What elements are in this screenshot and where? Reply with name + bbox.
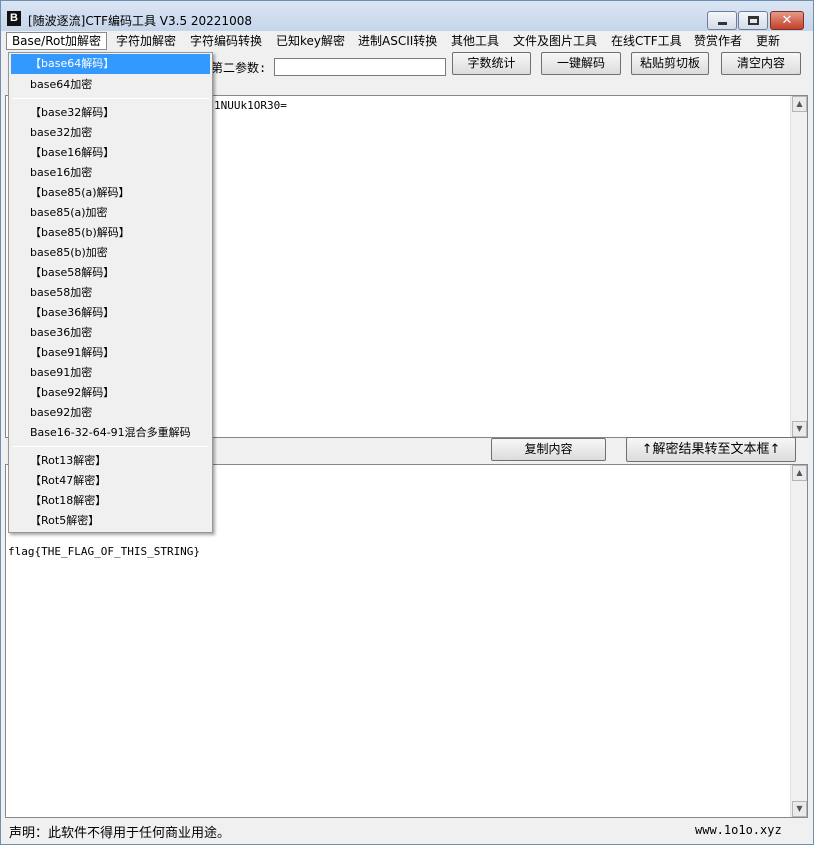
app-window: B [随波逐流]CTF编码工具 V3.5 20221008 ✕ Base/Rot… <box>0 0 814 845</box>
scroll-down-icon[interactable]: ▼ <box>792 801 807 817</box>
count-chars-button[interactable]: 字数统计 <box>452 52 531 75</box>
menu-char-encrypt[interactable]: 字符加解密 <box>116 32 176 50</box>
menu-separator <box>12 446 209 447</box>
menu-radix-ascii[interactable]: 进制ASCII转换 <box>358 32 437 50</box>
website-text: www.1o1o.xyz <box>695 823 782 837</box>
menu-item-base32-decode[interactable]: 【base32解码】 <box>11 103 210 123</box>
menu-item-base64-decode[interactable]: 【base64解码】 <box>11 54 210 74</box>
menu-online-ctf[interactable]: 在线CTF工具 <box>611 32 682 50</box>
scroll-down-icon[interactable]: ▼ <box>792 421 807 437</box>
menu-item-base64-encode[interactable]: base64加密 <box>11 75 210 95</box>
minimize-button[interactable] <box>707 11 737 30</box>
scroll-up-icon[interactable]: ▲ <box>792 465 807 481</box>
window-title: [随波逐流]CTF编码工具 V3.5 20221008 <box>28 14 252 28</box>
menu-base-rot[interactable]: Base/Rot加解密 <box>6 32 107 50</box>
one-click-decode-button[interactable]: 一键解码 <box>541 52 621 75</box>
paste-clipboard-button[interactable]: 粘贴剪切板 <box>631 52 709 75</box>
second-param-label: 第二参数: <box>211 61 267 75</box>
menu-item-rot5-decode[interactable]: 【Rot5解密】 <box>11 511 210 531</box>
close-button[interactable]: ✕ <box>770 11 804 30</box>
menu-separator <box>12 98 209 99</box>
maximize-button[interactable] <box>738 11 768 30</box>
maximize-icon <box>748 16 759 25</box>
menu-item-base85b-encode[interactable]: base85(b)加密 <box>11 243 210 263</box>
menu-item-base91-encode[interactable]: base91加密 <box>11 363 210 383</box>
menu-item-base32-encode[interactable]: base32加密 <box>11 123 210 143</box>
menu-item-base16-decode[interactable]: 【base16解码】 <box>11 143 210 163</box>
menu-item-base85a-decode[interactable]: 【base85(a)解码】 <box>11 183 210 203</box>
copy-content-button[interactable]: 复制内容 <box>491 438 606 461</box>
title-bar[interactable]: B [随波逐流]CTF编码工具 V3.5 20221008 ✕ <box>1 1 813 31</box>
menu-item-base16-encode[interactable]: base16加密 <box>11 163 210 183</box>
base-rot-dropdown-menu: 【base64解码】 base64加密 【base32解码】 base32加密 … <box>8 52 213 533</box>
clear-content-button[interactable]: 清空内容 <box>721 52 801 75</box>
app-logo-icon: B <box>7 11 21 26</box>
output-text: flag{THE_FLAG_OF_THIS_STRING} <box>8 545 201 558</box>
menu-item-base36-decode[interactable]: 【base36解码】 <box>11 303 210 323</box>
input-scrollbar[interactable]: ▲ ▼ <box>790 96 807 437</box>
menu-item-base92-decode[interactable]: 【base92解码】 <box>11 383 210 403</box>
menu-char-encoding[interactable]: 字符编码转换 <box>190 32 262 50</box>
menu-item-rot47-decode[interactable]: 【Rot47解密】 <box>11 471 210 491</box>
minimize-icon <box>718 22 727 25</box>
second-param-input[interactable] <box>274 58 446 76</box>
menu-item-base58-decode[interactable]: 【base58解码】 <box>11 263 210 283</box>
output-scrollbar[interactable]: ▲ ▼ <box>790 465 807 817</box>
result-to-input-button[interactable]: ↑解密结果转至文本框↑ <box>626 437 796 462</box>
scroll-up-icon[interactable]: ▲ <box>792 96 807 112</box>
close-icon: ✕ <box>781 13 793 28</box>
menu-item-rot18-decode[interactable]: 【Rot18解密】 <box>11 491 210 511</box>
menu-file-image-tools[interactable]: 文件及图片工具 <box>513 32 597 50</box>
menu-item-base91-decode[interactable]: 【base91解码】 <box>11 343 210 363</box>
menu-item-base85a-encode[interactable]: base85(a)加密 <box>11 203 210 223</box>
menu-known-key[interactable]: 已知key解密 <box>276 32 345 50</box>
status-bar: 声明：此软件不得用于任何商业用途。 www.1o1o.xyz <box>1 819 813 844</box>
menu-item-base92-encode[interactable]: base92加密 <box>11 403 210 423</box>
menu-other-tools[interactable]: 其他工具 <box>451 32 499 50</box>
menu-bar: Base/Rot加解密 字符加解密 字符编码转换 已知key解密 进制ASCII… <box>1 31 813 51</box>
menu-item-base36-encode[interactable]: base36加密 <box>11 323 210 343</box>
menu-update[interactable]: 更新 <box>756 32 780 50</box>
menu-item-base85b-decode[interactable]: 【base85(b)解码】 <box>11 223 210 243</box>
menu-item-base58-encode[interactable]: base58加密 <box>11 283 210 303</box>
menu-item-mixed-multi-decode[interactable]: Base16-32-64-91混合多重解码 <box>11 423 210 443</box>
disclaimer-text: 声明：此软件不得用于任何商业用途。 <box>9 826 231 841</box>
menu-item-rot13-decode[interactable]: 【Rot13解密】 <box>11 451 210 471</box>
menu-donate[interactable]: 赞赏作者 <box>694 32 742 50</box>
input-text: 1NUUk1OR30= <box>214 99 287 112</box>
